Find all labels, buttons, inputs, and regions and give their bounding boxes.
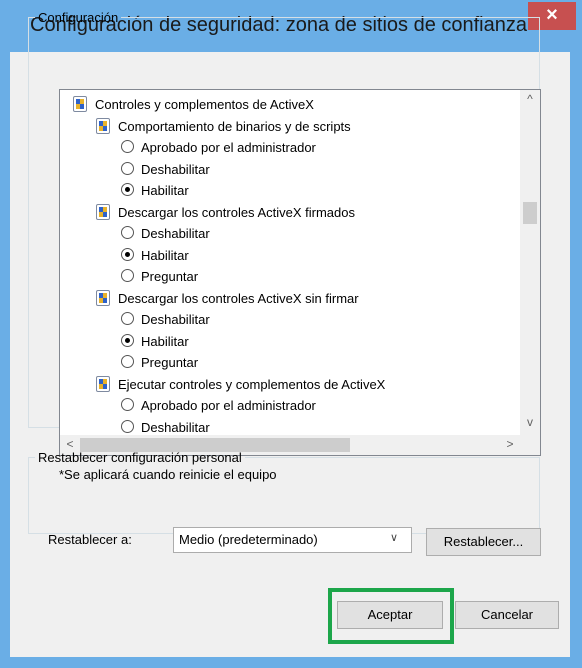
shield-icon (96, 203, 110, 220)
chevron-down-icon: ∨ (390, 532, 399, 544)
scroll-left-icon[interactable]: < (60, 437, 80, 451)
setting-label: Ejecutar controles y complementos de Act… (118, 376, 386, 392)
option-label: Preguntar (141, 355, 199, 370)
category-label: Controles y complementos de ActiveX (95, 97, 314, 112)
radio-checked-icon[interactable] (121, 183, 134, 196)
option-label: Deshabilitar (141, 312, 210, 327)
vertical-scroll-thumb[interactable] (523, 202, 537, 224)
radio-unchecked-icon[interactable] (121, 312, 134, 325)
radio-unchecked-icon[interactable] (121, 226, 134, 239)
option-label: Deshabilitar (141, 419, 210, 435)
cancel-button[interactable]: Cancelar (455, 601, 559, 629)
scroll-right-icon[interactable]: > (500, 437, 520, 451)
radio-unchecked-icon[interactable] (121, 269, 134, 282)
radio-unchecked-icon[interactable] (121, 140, 134, 153)
radio-unchecked-icon[interactable] (121, 398, 134, 411)
setting-label: Descargar los controles ActiveX sin firm… (118, 290, 359, 306)
reset-label: Restablecer a: (48, 532, 132, 547)
reset-button[interactable]: Restablecer... (426, 528, 541, 556)
shield-icon (73, 96, 87, 112)
shield-icon (96, 289, 110, 306)
option-label: Habilitar (141, 183, 189, 198)
option-label: Deshabilitar (141, 161, 210, 177)
scroll-up-icon[interactable]: ^ (520, 92, 540, 106)
setting-label: Comportamiento de binarios y de scripts (118, 118, 351, 134)
scroll-down-icon[interactable]: v (520, 415, 540, 429)
option-label: Aprobado por el administrador (141, 398, 316, 413)
vertical-scrollbar[interactable]: ^ v (520, 90, 540, 435)
radio-unchecked-icon[interactable] (121, 355, 134, 368)
option-label: Habilitar (141, 333, 189, 349)
option-label: Aprobado por el administrador (141, 140, 316, 155)
radio-unchecked-icon[interactable] (121, 161, 134, 175)
reset-group: Restablecer configuración personal (28, 450, 540, 534)
option-label: Preguntar (141, 269, 199, 284)
shield-icon (96, 375, 110, 392)
reset-level-select[interactable]: Medio (predeterminado) ∨ (173, 527, 412, 553)
radio-unchecked-icon[interactable] (121, 419, 134, 433)
close-icon: × (546, 4, 558, 26)
radio-checked-icon[interactable] (121, 247, 134, 261)
settings-list[interactable]: Controles y complementos de ActiveX Compo… (59, 89, 541, 456)
option-label: Deshabilitar (141, 226, 210, 241)
option-label: Habilitar (141, 247, 189, 263)
setting-label: Descargar los controles ActiveX firmados (118, 204, 355, 220)
shield-icon (96, 117, 110, 134)
reset-level-value: Medio (predeterminado) (179, 532, 318, 547)
settings-legend: Configuración (38, 10, 119, 25)
settings-tree: Controles y complementos de ActiveX Compo… (60, 90, 520, 435)
accept-highlight-box (328, 588, 454, 644)
reset-legend: Restablecer configuración personal (38, 450, 242, 465)
radio-checked-icon[interactable] (121, 333, 134, 347)
